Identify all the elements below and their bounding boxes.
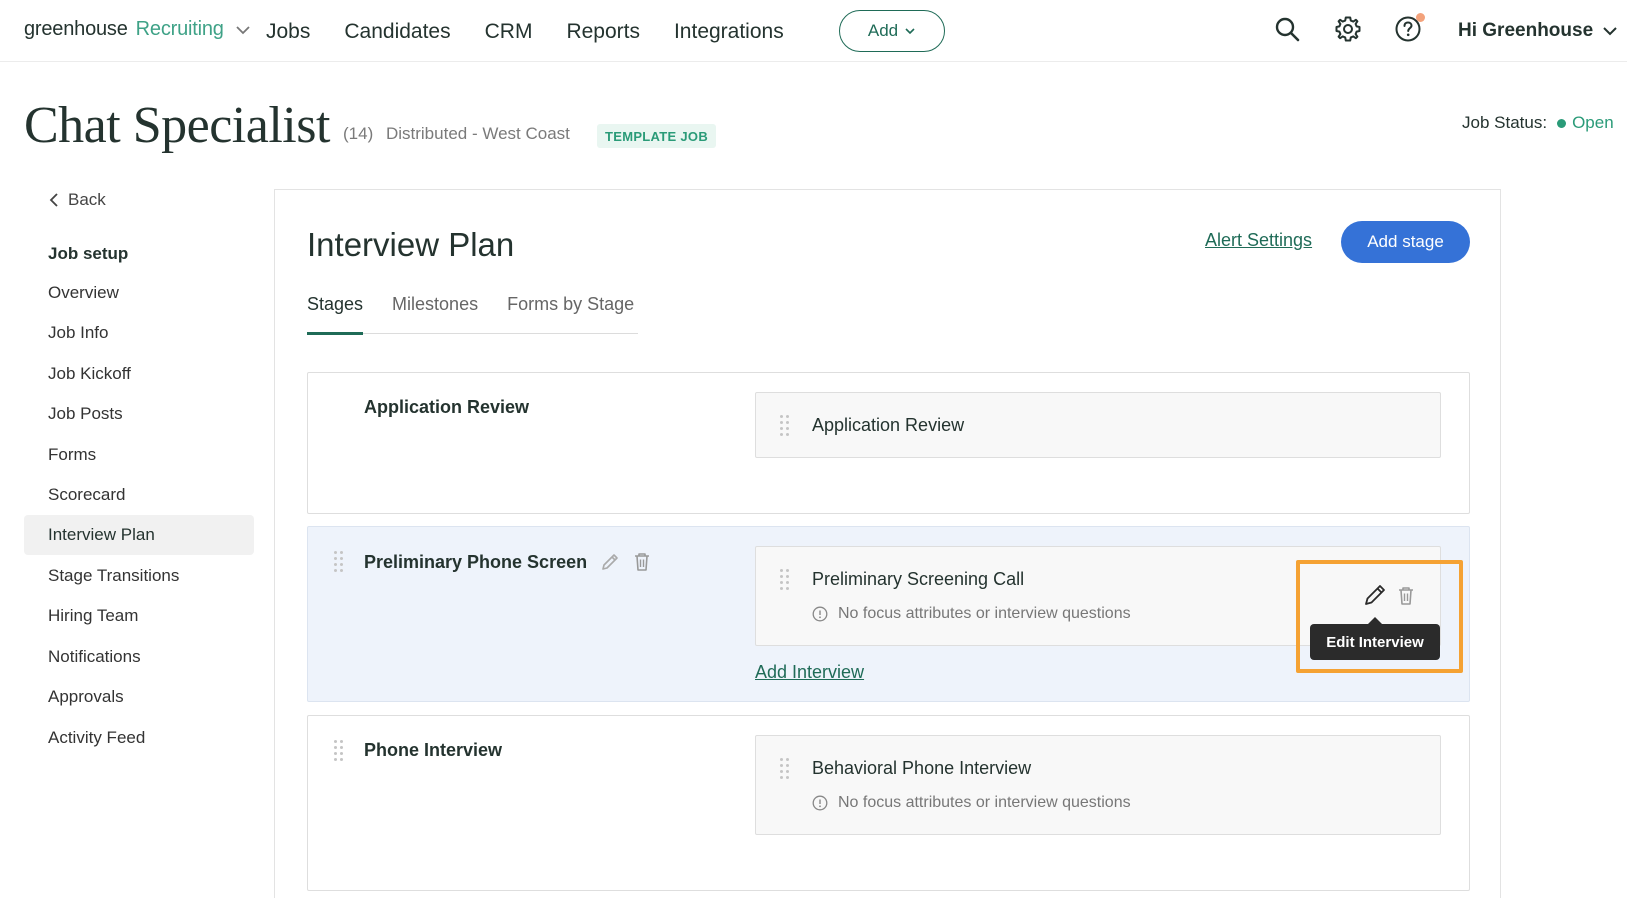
nav-crm[interactable]: CRM [485, 20, 533, 44]
nav-reports[interactable]: Reports [566, 20, 640, 44]
sidebar-item-notifications[interactable]: Notifications [24, 637, 254, 677]
chevron-down-icon [1603, 27, 1617, 36]
interview-name: Application Review [812, 415, 965, 435]
nav-integrations[interactable]: Integrations [674, 20, 784, 44]
sidebar-item-scorecard[interactable]: Scorecard [24, 475, 254, 515]
drag-handle-icon[interactable] [334, 740, 346, 762]
stage-title: Phone Interview [364, 740, 503, 760]
tab-milestones[interactable]: Milestones [392, 294, 478, 334]
chevron-down-icon [236, 25, 250, 34]
drag-handle-icon[interactable] [780, 758, 792, 780]
stage-name: Phone Interview [364, 740, 502, 761]
stage-application-review: Application Review Application Review [307, 372, 1470, 514]
stage-name: Preliminary Phone Screen [364, 551, 651, 573]
interview-name: Preliminary Screening Call [812, 569, 1025, 589]
back-label: Back [68, 190, 106, 209]
job-status: Job Status: Open [1462, 113, 1614, 133]
template-job-badge: TEMPLATE JOB [597, 124, 717, 148]
add-stage-button[interactable]: Add stage [1341, 221, 1470, 263]
interview-card[interactable]: Application Review [755, 392, 1441, 458]
sidebar-item-job-info[interactable]: Job Info [24, 313, 254, 353]
sidebar-item-interview-plan[interactable]: Interview Plan [24, 515, 254, 555]
sidebar-item-activity-feed[interactable]: Activity Feed [24, 718, 254, 758]
job-meta: (14) Distributed - West Coast [343, 124, 570, 144]
drag-handle-icon[interactable] [334, 551, 346, 573]
job-status-value[interactable]: Open [1572, 113, 1614, 133]
alert-settings-link[interactable]: Alert Settings [1205, 230, 1312, 251]
nav-jobs[interactable]: Jobs [266, 20, 310, 44]
interview-name: Behavioral Phone Interview [812, 758, 1032, 778]
info-icon [812, 795, 828, 811]
stage-phone-interview: Phone Interview Behavioral Phone Intervi… [307, 715, 1470, 891]
status-dot [1557, 118, 1567, 128]
user-menu[interactable]: Hi Greenhouse [1458, 20, 1619, 42]
sidebar-item-stage-transitions[interactable]: Stage Transitions [24, 556, 254, 596]
settings-button[interactable] [1334, 15, 1362, 48]
sidebar-heading: Job setup [48, 244, 129, 263]
greeting-label: Hi Greenhouse [1458, 20, 1594, 41]
job-count: (14) [343, 124, 374, 143]
nav-candidates[interactable]: Candidates [344, 20, 450, 44]
drag-handle-icon[interactable] [780, 415, 792, 437]
stage-name: Application Review [364, 397, 529, 418]
sidebar-item-approvals[interactable]: Approvals [24, 677, 254, 717]
back-link[interactable]: Back [48, 190, 106, 210]
sidebar-item-hiring-team[interactable]: Hiring Team [24, 596, 254, 636]
main-nav: Jobs Candidates CRM Reports Integrations [266, 20, 818, 44]
add-button[interactable]: Add [839, 10, 945, 52]
greenhouse-logo[interactable]: greenhouse Recruiting [24, 18, 252, 41]
search-button[interactable] [1273, 15, 1301, 48]
tab-forms-by-stage[interactable]: Forms by Stage [507, 294, 634, 334]
job-location: Distributed - West Coast [385, 124, 570, 143]
sidebar-item-job-posts[interactable]: Job Posts [24, 394, 254, 434]
info-icon [812, 606, 828, 622]
logo-text: greenhouse [24, 18, 128, 40]
add-interview-link[interactable]: Add Interview [755, 662, 864, 683]
trash-icon[interactable] [633, 551, 651, 573]
interview-note-text: No focus attributes or interview questio… [838, 605, 1131, 622]
interview-note: No focus attributes or interview questio… [812, 605, 1131, 623]
sidebar-item-forms[interactable]: Forms [24, 435, 254, 475]
stage-title: Application Review [364, 397, 530, 417]
search-icon [1275, 17, 1300, 42]
job-title: Chat Specialist [24, 97, 330, 154]
sidebar-item-job-kickoff[interactable]: Job Kickoff [24, 354, 254, 394]
pencil-icon[interactable] [599, 551, 621, 573]
drag-handle-icon[interactable] [780, 569, 792, 591]
top-nav: greenhouse Recruiting Jobs Candidates CR… [0, 0, 1627, 62]
interview-card[interactable]: Behavioral Phone Interview No focus attr… [755, 735, 1441, 835]
page-title: Interview Plan [307, 226, 515, 263]
interview-plan-panel: Interview Plan Alert Settings Add stage … [274, 189, 1501, 898]
edit-interview-tooltip: Edit Interview [1310, 617, 1440, 660]
chevron-down-icon [905, 28, 915, 35]
job-status-label: Job Status: [1462, 113, 1548, 132]
chevron-left-icon [49, 193, 58, 207]
tab-stages[interactable]: Stages [307, 294, 364, 335]
stage-title: Preliminary Phone Screen [364, 551, 588, 572]
logo-product: Recruiting [135, 18, 224, 40]
notification-dot [1416, 13, 1425, 22]
add-button-label: Add [867, 21, 899, 40]
help-button[interactable] [1394, 13, 1425, 48]
interview-note-text: No focus attributes or interview questio… [838, 794, 1131, 811]
interview-plan-tabs: Stages Milestones Forms by Stage [307, 294, 638, 335]
sidebar-item-overview[interactable]: Overview [24, 273, 254, 313]
gear-icon [1335, 16, 1361, 42]
interview-note: No focus attributes or interview questio… [812, 794, 1131, 812]
